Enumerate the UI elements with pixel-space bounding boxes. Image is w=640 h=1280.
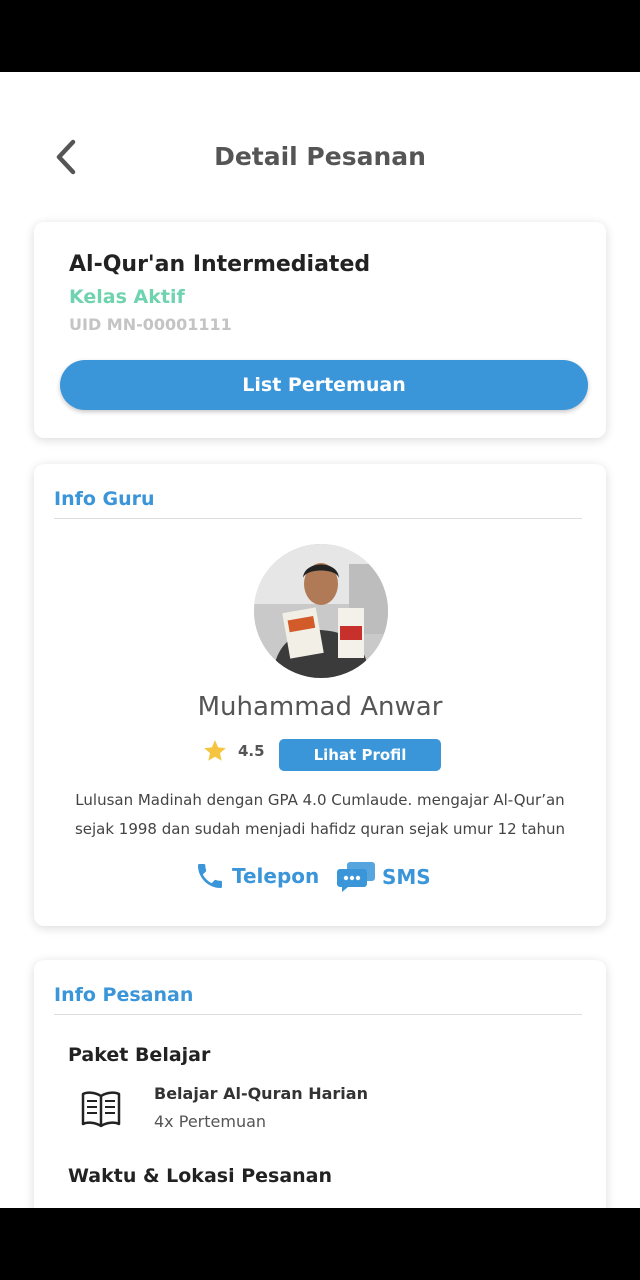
course-status: Kelas Aktif [69,286,185,308]
order-card: Info Pesanan Paket Belajar Belajar Al-Qu… [34,960,606,1208]
sms-button[interactable]: SMS [336,860,431,894]
package-heading: Paket Belajar [68,1044,211,1066]
divider [54,1014,582,1015]
package-sessions: 4x Pertemuan [154,1112,267,1131]
person-photo-icon [254,544,388,678]
list-pertemuan-button[interactable]: List Pertemuan [60,360,588,410]
rating: 4.5 [202,738,265,764]
course-title: Al-Qur'an Intermediated [69,252,371,277]
app-screen: Detail Pesanan Al-Qur'an Intermediated K… [0,72,640,1208]
phone-icon [198,864,222,888]
top-bar: Detail Pesanan [0,72,640,232]
teacher-bio: Lulusan Madinah dengan GPA 4.0 Cumlaude.… [74,791,566,838]
teacher-avatar [254,544,388,678]
course-card: Al-Qur'an Intermediated Kelas Aktif UID … [34,222,606,438]
call-button[interactable]: Telepon [194,860,319,892]
page-title: Detail Pesanan [214,142,426,171]
schedule-heading: Waktu & Lokasi Pesanan [68,1165,333,1187]
view-profile-button[interactable]: Lihat Profil [279,739,441,771]
section-title-info-guru: Info Guru [54,488,155,510]
chat-icon [337,862,375,892]
package-name: Belajar Al-Quran Harian [154,1084,368,1103]
divider [54,518,582,519]
rating-value: 4.5 [238,742,265,760]
star-icon [204,740,226,761]
call-label: Telepon [232,864,320,888]
course-uid: UID MN-00001111 [69,315,232,334]
book-icon [81,1091,121,1128]
teacher-card: Info Guru Muhammad Anwar 4.5 Lihat Profi… [34,464,606,926]
teacher-name: Muhammad Anwar [197,692,443,722]
sms-label: SMS [382,865,431,889]
section-title-info-pesanan: Info Pesanan [54,984,194,1006]
